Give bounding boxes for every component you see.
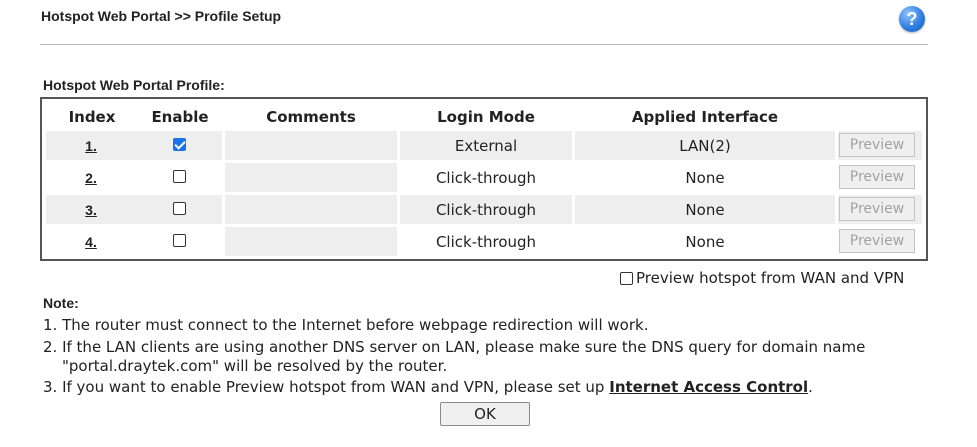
preview-button[interactable]: Preview (839, 165, 915, 189)
table-row: 4. Click-through None Preview (42, 227, 926, 258)
column-header-index: Index (68, 108, 116, 126)
column-header-applied-interface: Applied Interface (631, 108, 779, 126)
note-line-3-text: 3. If you want to enable Preview hotspot… (43, 378, 610, 396)
note-line-2: 2. If the LAN clients are using another … (43, 338, 866, 356)
preview-wan-vpn-label: Preview hotspot from WAN and VPN (636, 269, 905, 287)
applied-interface-cell: LAN(2) (679, 137, 731, 155)
login-mode-cell: Click-through (435, 169, 537, 187)
preview-button[interactable]: Preview (839, 197, 915, 221)
profile-index-link[interactable]: 4. (76, 234, 106, 250)
login-mode-cell: Click-through (435, 201, 537, 219)
column-header-enable: Enable (151, 108, 209, 126)
login-mode-cell: External (454, 137, 518, 155)
applied-interface-cell: None (685, 169, 725, 187)
page-title: Hotspot Web Portal >> Profile Setup (41, 8, 282, 24)
help-icon[interactable]: ? (899, 6, 925, 32)
note-title: Note: (43, 295, 79, 311)
preview-wan-vpn-checkbox[interactable] (620, 271, 633, 285)
note-line-2-cont: "portal.draytek.com" will be resolved by… (62, 357, 448, 375)
note-line-3-end: . (808, 378, 813, 396)
applied-interface-cell: None (685, 233, 725, 251)
enable-checkbox[interactable] (173, 170, 186, 183)
table-row: 2. Click-through None Preview (42, 163, 926, 194)
table-header: Index Enable Comments Login Mode Applied… (42, 99, 926, 132)
preview-wan-vpn-option[interactable]: Preview hotspot from WAN and VPN (620, 268, 904, 288)
enable-checkbox[interactable] (173, 202, 186, 215)
ok-button[interactable]: OK (440, 402, 530, 426)
column-header-comments: Comments (266, 108, 356, 126)
profile-index-link[interactable]: 2. (76, 170, 106, 186)
profile-table: Index Enable Comments Login Mode Applied… (40, 97, 928, 261)
enable-checkbox[interactable] (173, 234, 186, 247)
preview-button[interactable]: Preview (839, 229, 915, 253)
preview-button[interactable]: Preview (839, 133, 915, 157)
internet-access-control-link[interactable]: Internet Access Control (609, 378, 808, 396)
table-row: 3. Click-through None Preview (42, 195, 926, 226)
applied-interface-cell: None (685, 201, 725, 219)
profile-index-link[interactable]: 3. (76, 202, 106, 218)
table-row: 1. External LAN(2) Preview (42, 131, 926, 162)
enable-checkbox[interactable] (173, 138, 186, 151)
header-divider (40, 44, 928, 45)
profile-index-link[interactable]: 1. (76, 138, 106, 154)
note-line-1: 1. The router must connect to the Intern… (43, 316, 649, 334)
profile-section-title: Hotspot Web Portal Profile: (43, 77, 225, 93)
note-line-3: 3. If you want to enable Preview hotspot… (43, 378, 813, 396)
column-header-login-mode: Login Mode (437, 108, 535, 126)
login-mode-cell: Click-through (435, 233, 537, 251)
